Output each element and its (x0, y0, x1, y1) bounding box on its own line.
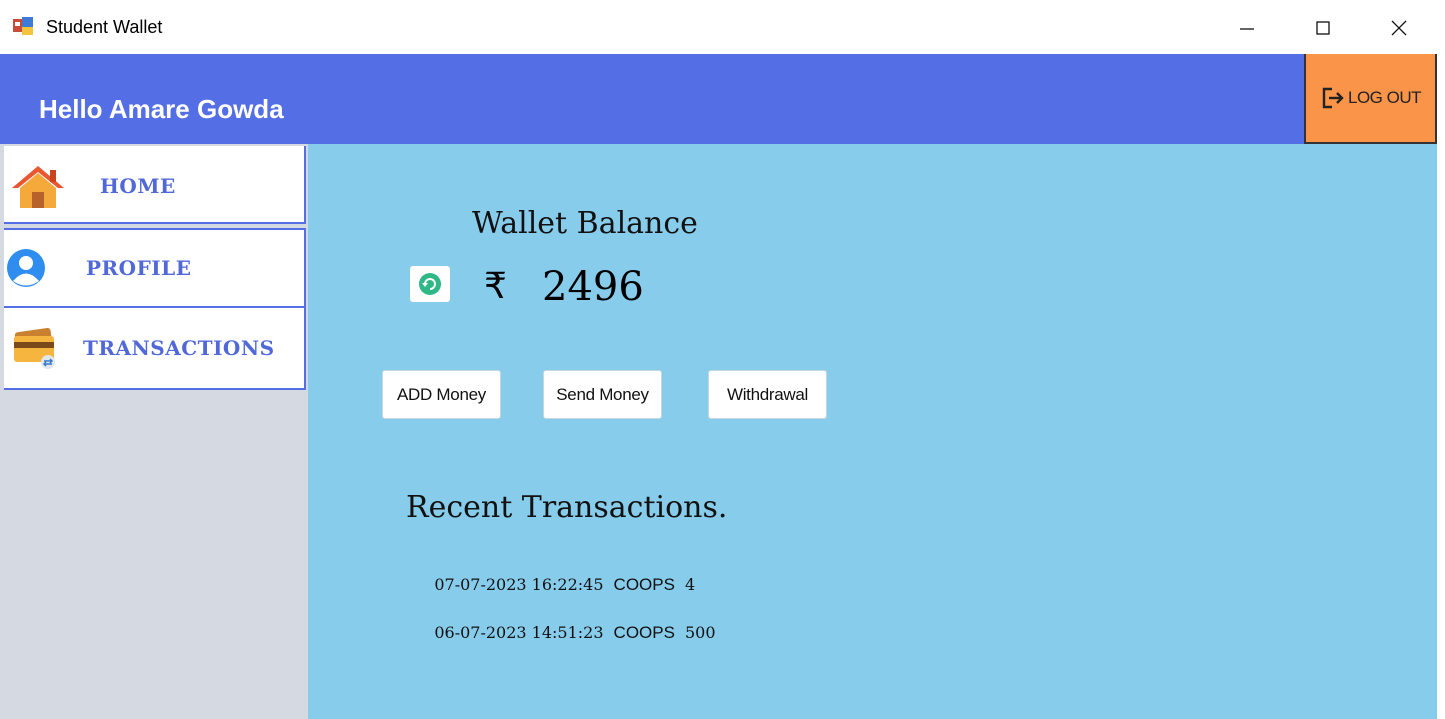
balance-amount: 2496 (542, 264, 644, 310)
transaction-name: COOPS (613, 623, 675, 642)
window-title: Student Wallet (46, 17, 163, 37)
withdrawal-button[interactable]: Withdrawal (708, 370, 827, 419)
header-bar: Hello Amare Gowda LOG OUT (0, 54, 1445, 144)
logout-label: LOG OUT (1347, 88, 1422, 107)
transaction-datetime: 07-07-2023 16:22:45 (434, 575, 604, 594)
recent-transactions-title: Recent Transactions. (406, 490, 728, 525)
sidebar-item-label: HOME (100, 174, 176, 198)
sidebar-item-home[interactable]: HOME (4, 146, 306, 224)
house-icon (10, 164, 66, 215)
sidebar-item-transactions[interactable]: TRANSACTIONS (4, 308, 306, 390)
minimize-button[interactable] (1224, 8, 1270, 48)
maximize-icon (1316, 21, 1330, 35)
user-icon (6, 248, 46, 293)
add-money-button[interactable]: ADD Money (382, 370, 501, 419)
wallet-balance-title: Wallet Balance (472, 206, 698, 241)
greeting-text: Hello Amare Gowda (39, 94, 284, 124)
transaction-name: COOPS (613, 575, 675, 594)
logout-button[interactable]: LOG OUT (1304, 54, 1437, 144)
window-edge (1437, 0, 1445, 719)
send-money-button[interactable]: Send Money (543, 370, 662, 419)
sidebar-item-profile[interactable]: PROFILE (4, 228, 306, 308)
transaction-datetime: 06-07-2023 14:51:23 (434, 623, 604, 642)
sidebar-item-label: PROFILE (86, 256, 192, 280)
app-icon (13, 17, 33, 35)
refresh-icon (419, 273, 441, 295)
maximize-button[interactable] (1300, 8, 1346, 48)
close-button[interactable] (1376, 8, 1422, 48)
minimize-icon (1240, 28, 1254, 30)
close-icon (1391, 20, 1407, 36)
sidebar-item-label: TRANSACTIONS (83, 336, 275, 360)
main-panel: Wallet Balance ₹ 2496 ADD Money Send Mon… (308, 144, 1437, 719)
card-icon (12, 327, 58, 375)
transaction-amount: 500 (684, 623, 716, 642)
title-bar: Student Wallet (0, 0, 1445, 54)
sidebar: HOME PROFILE TRANSACTIONS (0, 144, 308, 719)
refresh-button[interactable] (410, 266, 450, 302)
currency-symbol: ₹ (484, 266, 507, 307)
transaction-amount: 4 (684, 575, 696, 594)
transaction-row: 06-07-2023 14:51:23 COOPS 500 (414, 604, 726, 662)
logout-icon (1322, 87, 1344, 109)
